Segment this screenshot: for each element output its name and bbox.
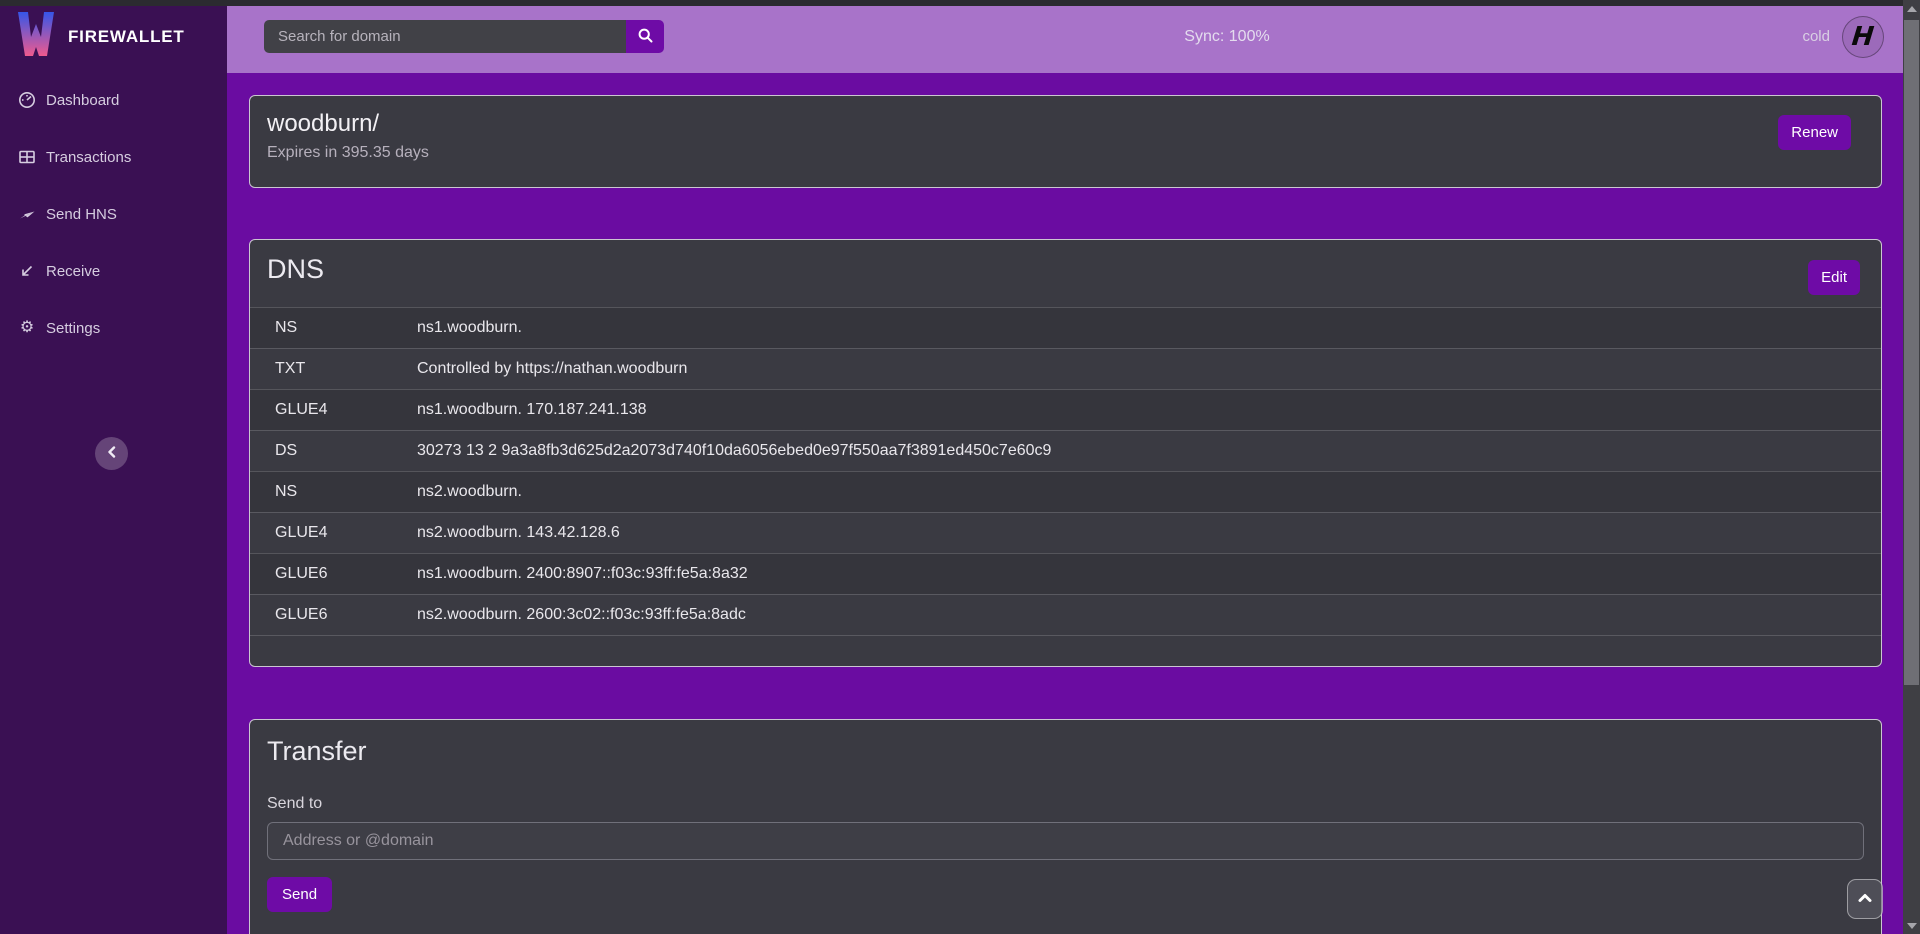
domain-expiry: Expires in 395.35 days xyxy=(267,144,1864,162)
sidebar-collapse-button[interactable] xyxy=(95,437,128,470)
dns-record-row: GLUE6ns1.woodburn. 2400:8907::f03c:93ff:… xyxy=(250,553,1881,594)
gear-icon: ⚙ xyxy=(18,319,36,337)
dns-card: DNS Edit NSns1.woodburn.TXTControlled by… xyxy=(249,239,1882,667)
dns-record-value: ns2.woodburn. 143.42.128.6 xyxy=(417,524,1881,542)
scrollbar-thumb[interactable] xyxy=(1904,20,1919,685)
sidebar-item-dashboard[interactable]: Dashboard xyxy=(0,85,227,115)
dns-record-value: ns2.woodburn. 2600:3c02::f03c:93ff:fe5a:… xyxy=(417,606,1881,624)
dns-record-row: DS30273 13 2 9a3a8fb3d625d2a2073d740f10d… xyxy=(250,430,1881,471)
transfer-address-input[interactable] xyxy=(267,822,1864,860)
dns-record-row: TXTControlled by https://nathan.woodburn xyxy=(250,348,1881,389)
dns-record-type: TXT xyxy=(275,360,417,378)
send-icon xyxy=(18,205,36,223)
dns-record-row: NSns2.woodburn. xyxy=(250,471,1881,512)
sidebar: FIREWALLET Dashboard xyxy=(0,0,227,934)
scrollbar-up-arrow-icon[interactable] xyxy=(1903,0,1920,17)
dns-record-value: ns1.woodburn. xyxy=(417,319,1881,337)
wallet-name: cold xyxy=(1802,28,1830,45)
dns-record-row: GLUE4ns1.woodburn. 170.187.241.138 xyxy=(250,389,1881,430)
sidebar-item-receive[interactable]: Receive xyxy=(0,256,227,286)
sidebar-item-label: Dashboard xyxy=(46,92,119,109)
wallet-menu[interactable]: cold H xyxy=(1802,0,1884,73)
renew-button[interactable]: Renew xyxy=(1778,115,1851,150)
sidebar-item-label: Transactions xyxy=(46,149,131,166)
dns-record-type: NS xyxy=(275,483,417,501)
transfer-card: Transfer Send to Send xyxy=(249,719,1882,934)
table-icon xyxy=(18,148,36,166)
main-column: Sync: 100% cold H woodburn/ Expires in 3… xyxy=(227,0,1903,934)
dns-record-type: GLUE4 xyxy=(275,401,417,419)
sync-status: Sync: 100% xyxy=(1184,28,1269,46)
brand[interactable]: FIREWALLET xyxy=(0,0,227,73)
app-window: FIREWALLET Dashboard xyxy=(0,0,1920,934)
dns-record-value: 30273 13 2 9a3a8fb3d625d2a2073d740f10da6… xyxy=(417,442,1881,460)
dns-record-type: NS xyxy=(275,319,417,337)
brand-name: FIREWALLET xyxy=(68,27,185,47)
search-button[interactable] xyxy=(626,20,664,53)
receive-arrow-icon xyxy=(18,262,36,280)
dns-record-value: ns2.woodburn. xyxy=(417,483,1881,501)
sidebar-item-label: Settings xyxy=(46,320,100,337)
vertical-scrollbar[interactable] xyxy=(1903,0,1920,934)
send-button[interactable]: Send xyxy=(267,877,332,912)
page-content: woodburn/ Expires in 395.35 days Renew D… xyxy=(227,73,1903,934)
scroll-to-top-button[interactable] xyxy=(1847,879,1883,919)
dns-record-row: NSns1.woodburn. xyxy=(250,307,1881,348)
dns-record-row: GLUE4ns2.woodburn. 143.42.128.6 xyxy=(250,512,1881,553)
dns-title: DNS xyxy=(267,254,1864,285)
dns-record-type: DS xyxy=(275,442,417,460)
chevron-up-icon xyxy=(1857,892,1873,907)
scrollbar-down-arrow-icon[interactable] xyxy=(1903,917,1920,934)
search-input[interactable] xyxy=(264,20,626,53)
window-top-edge xyxy=(0,0,1903,6)
sidebar-item-label: Send HNS xyxy=(46,206,117,223)
firewallet-logo-icon xyxy=(16,11,56,62)
sidebar-item-send-hns[interactable]: Send HNS xyxy=(0,199,227,229)
dns-records-table: NSns1.woodburn.TXTControlled by https://… xyxy=(250,307,1881,636)
send-to-label: Send to xyxy=(267,795,1864,813)
dns-record-type: GLUE6 xyxy=(275,565,417,583)
dns-record-type: GLUE4 xyxy=(275,524,417,542)
sidebar-nav: Dashboard Transactions xyxy=(0,85,227,343)
domain-search xyxy=(264,20,664,53)
domain-card: woodburn/ Expires in 395.35 days Renew xyxy=(249,95,1882,188)
dns-record-value: Controlled by https://nathan.woodburn xyxy=(417,360,1881,378)
edit-dns-button[interactable]: Edit xyxy=(1808,260,1860,295)
dns-card-header: DNS xyxy=(250,240,1881,307)
chevron-left-icon xyxy=(106,446,118,461)
sidebar-item-transactions[interactable]: Transactions xyxy=(0,142,227,172)
transfer-title: Transfer xyxy=(267,736,1864,767)
dns-record-value: ns1.woodburn. 2400:8907::f03c:93ff:fe5a:… xyxy=(417,565,1881,583)
handshake-icon[interactable]: H xyxy=(1842,16,1884,58)
sidebar-item-label: Receive xyxy=(46,263,100,280)
gauge-icon xyxy=(18,91,36,109)
dns-record-row: GLUE6ns2.woodburn. 2600:3c02::f03c:93ff:… xyxy=(250,594,1881,635)
page-title: woodburn/ xyxy=(267,110,1864,138)
magnifier-icon xyxy=(637,27,654,47)
sidebar-item-settings[interactable]: ⚙ Settings xyxy=(0,313,227,343)
dns-record-type: GLUE6 xyxy=(275,606,417,624)
top-bar: Sync: 100% cold H xyxy=(227,0,1903,73)
dns-record-value: ns1.woodburn. 170.187.241.138 xyxy=(417,401,1881,419)
